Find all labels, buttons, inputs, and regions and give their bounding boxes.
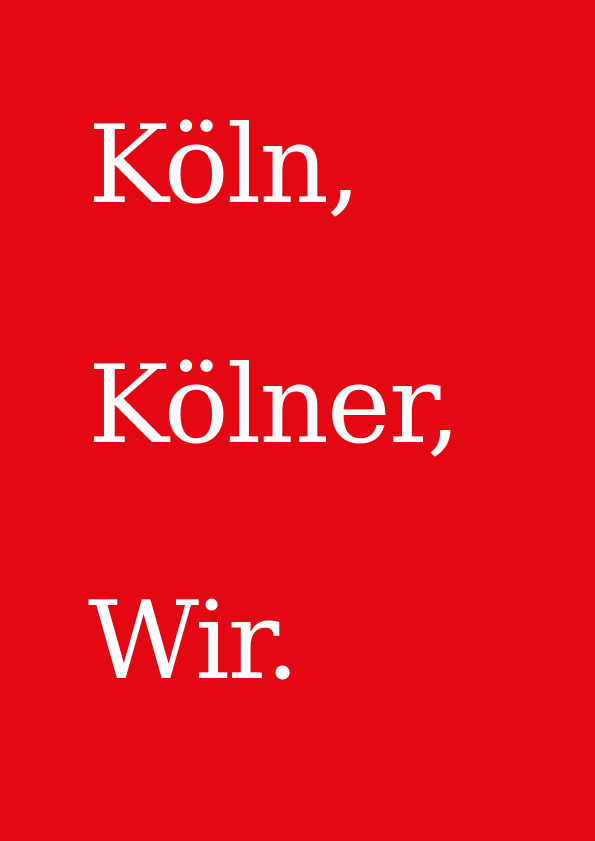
headline-line-koeln: Köln,: [88, 103, 361, 228]
headline-line-koelner: Kölner,: [88, 343, 461, 468]
headline-line-wir: Wir.: [88, 579, 300, 704]
poster: Köln, Kölner, Wir.: [0, 0, 595, 841]
